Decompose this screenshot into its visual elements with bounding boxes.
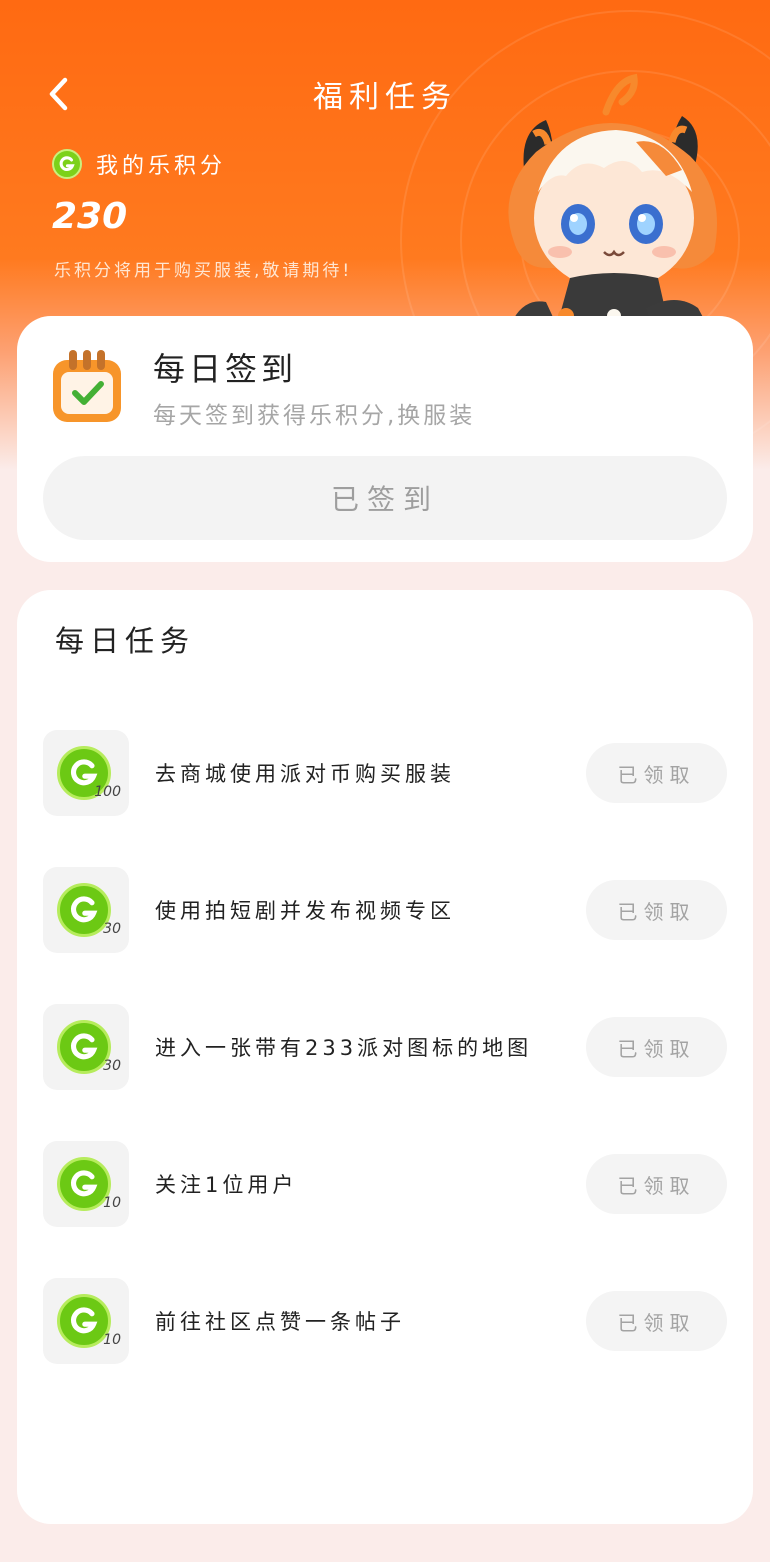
task-row: 30 使用拍短剧并发布视频专区 已领取 [17, 867, 753, 953]
points-coin-icon [52, 149, 82, 179]
task-label: 关注1位用户 [155, 1173, 298, 1197]
task-row: 100 去商城使用派对币购买服装 已领取 [17, 730, 753, 816]
claim-button[interactable]: 已领取 [586, 1017, 727, 1077]
points-label-row: 我的乐积分 [52, 148, 226, 180]
task-reward-count: 30 [103, 1058, 121, 1074]
task-label: 去商城使用派对币购买服装 [155, 762, 455, 786]
tasks-title: 每日任务 [55, 624, 196, 658]
task-label: 进入一张带有233派对图标的地图 [155, 1036, 533, 1060]
task-reward-icon: 30 [43, 1004, 129, 1090]
calendar-check-icon [53, 350, 121, 422]
task-reward-icon: 100 [43, 730, 129, 816]
points-label: 我的乐积分 [96, 154, 227, 179]
checkin-title: 每日签到 [153, 350, 298, 388]
task-reward-icon: 30 [43, 867, 129, 953]
task-row: 30 进入一张带有233派对图标的地图 已领取 [17, 1004, 753, 1090]
daily-checkin-card: 每日签到 每天签到获得乐积分,换服装 已签到 [17, 316, 753, 562]
task-reward-count: 10 [103, 1195, 121, 1211]
claim-button[interactable]: 已领取 [586, 743, 727, 803]
points-value: 230 [52, 196, 128, 237]
claim-button[interactable]: 已领取 [586, 880, 727, 940]
claim-button[interactable]: 已领取 [586, 1291, 727, 1351]
task-reward-icon: 10 [43, 1141, 129, 1227]
points-note: 乐积分将用于购买服装,敬请期待! [54, 261, 353, 281]
task-label: 使用拍短剧并发布视频专区 [155, 899, 455, 923]
task-reward-count: 100 [94, 784, 121, 800]
task-row: 10 关注1位用户 已领取 [17, 1141, 753, 1227]
task-reward-count: 30 [103, 921, 121, 937]
checkin-subtitle: 每天签到获得乐积分,换服装 [153, 403, 476, 429]
claim-button[interactable]: 已领取 [586, 1154, 727, 1214]
daily-tasks-card: 每日任务 100 去商城使用派对币购买服装 已领取 30 使用拍短剧并发布视频专… [17, 590, 753, 1524]
task-label: 前往社区点赞一条帖子 [155, 1310, 405, 1334]
checkin-button[interactable]: 已签到 [43, 456, 727, 540]
task-reward-count: 10 [103, 1332, 121, 1348]
task-reward-icon: 10 [43, 1278, 129, 1364]
task-row: 10 前往社区点赞一条帖子 已领取 [17, 1278, 753, 1364]
